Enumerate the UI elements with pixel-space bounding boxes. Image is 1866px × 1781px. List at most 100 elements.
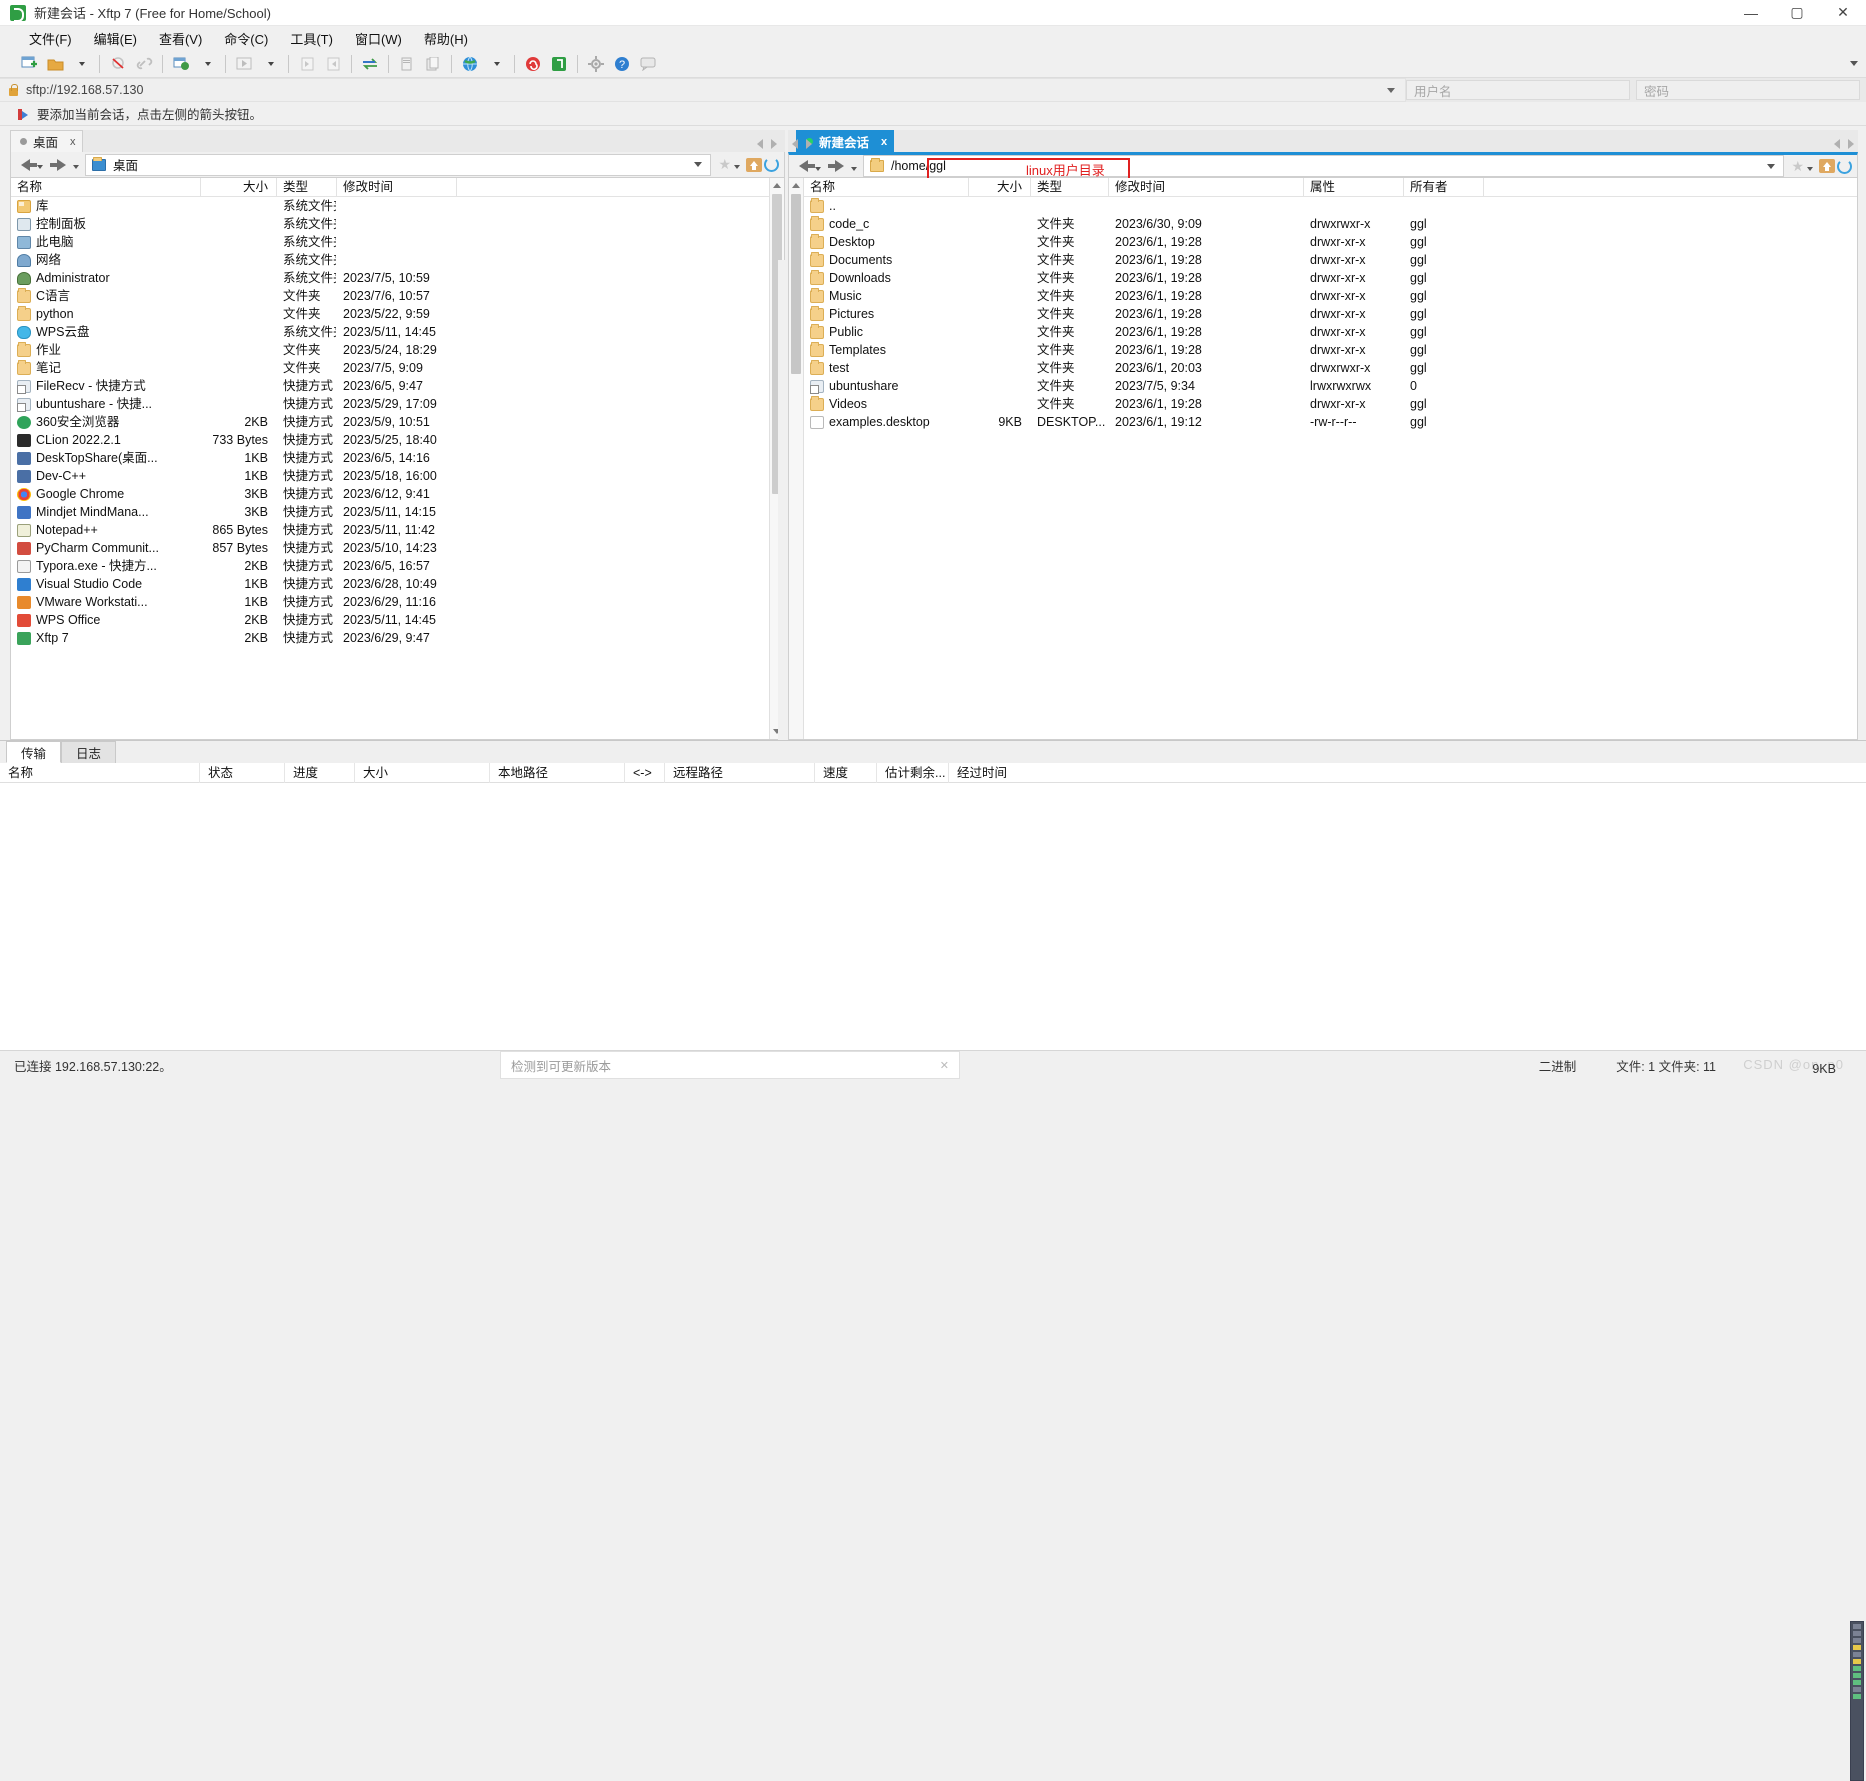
menu-edit[interactable]: 编辑(E) bbox=[83, 27, 148, 50]
local-col-modified[interactable]: 修改时间 bbox=[337, 178, 457, 197]
toolbar-overflow-icon[interactable] bbox=[1850, 61, 1858, 66]
minimize-button[interactable]: — bbox=[1728, 0, 1774, 26]
table-row[interactable]: WPS Office 2KB 快捷方式 2023/5/11, 14:45 bbox=[11, 611, 769, 629]
transfer-col-speed[interactable]: 速度 bbox=[815, 762, 877, 783]
remote-col-owner[interactable]: 所有者 bbox=[1404, 178, 1484, 197]
local-tab-close-icon[interactable]: x bbox=[70, 136, 76, 148]
remote-tab-scroll-arrows[interactable] bbox=[792, 139, 812, 149]
username-field[interactable]: 用户名 bbox=[1406, 80, 1630, 100]
remote-vertical-scrollbar[interactable] bbox=[789, 178, 804, 739]
local-tab-desktop[interactable]: 桌面 x bbox=[10, 130, 83, 152]
session-properties-icon[interactable] bbox=[170, 53, 192, 75]
local-home-icon[interactable] bbox=[746, 157, 762, 172]
local-col-size[interactable]: 大小 bbox=[201, 178, 277, 197]
table-row[interactable]: VMware Workstati... 1KB 快捷方式 2023/6/29, 11:… bbox=[11, 593, 769, 611]
paste-icon[interactable] bbox=[422, 53, 444, 75]
remote-scroll-thumb[interactable] bbox=[791, 194, 801, 374]
address-bar[interactable]: sftp://192.168.57.130 bbox=[0, 78, 1406, 102]
local-col-name[interactable]: 名称 bbox=[11, 178, 201, 197]
local-refresh-icon[interactable] bbox=[764, 157, 779, 172]
menu-view[interactable]: 查看(V) bbox=[148, 27, 213, 50]
disconnect-icon[interactable] bbox=[107, 53, 129, 75]
remote-tab-scroll-left-icon[interactable] bbox=[792, 139, 798, 149]
menu-help[interactable]: 帮助(H) bbox=[413, 27, 479, 50]
remote-path-dropdown-icon[interactable] bbox=[1767, 163, 1776, 169]
remote-col-type[interactable]: 类型 bbox=[1031, 178, 1109, 197]
remote-col-attrs[interactable]: 属性 bbox=[1304, 178, 1404, 197]
table-row[interactable]: CLion 2022.2.1 733 Bytes 快捷方式 2023/5/25, 18… bbox=[11, 431, 769, 449]
local-bookmark-icon[interactable]: ★ bbox=[718, 156, 731, 173]
session-properties-dropdown-icon[interactable] bbox=[196, 53, 218, 75]
remote-back-dropdown-icon[interactable] bbox=[815, 166, 821, 171]
transfer-col-elapsed[interactable]: 经过时间 bbox=[949, 763, 1069, 783]
transfer-col-size[interactable]: 大小 bbox=[355, 762, 490, 783]
sync-transfer-icon[interactable] bbox=[359, 53, 381, 75]
table-row[interactable]: ubuntushare 文件夹 2023/7/5, 9:34 lrwxrwxrwx 0 bbox=[804, 377, 1857, 395]
table-row[interactable]: Mindjet MindMana... 3KB 快捷方式 2023/5/11, 14:… bbox=[11, 503, 769, 521]
table-row[interactable]: 笔记 文件夹 2023/7/5, 9:09 bbox=[11, 359, 769, 377]
table-row[interactable]: test 文件夹 2023/6/1, 20:03 drwxrwxr-x ggl bbox=[804, 359, 1857, 377]
table-row[interactable]: 库 系统文件夹 bbox=[11, 197, 769, 215]
globe-icon[interactable] bbox=[459, 53, 481, 75]
table-row[interactable]: 作业 文件夹 2023/5/24, 18:29 bbox=[11, 341, 769, 359]
transfer-left-icon[interactable] bbox=[296, 53, 318, 75]
table-row[interactable]: 360安全浏览器 2KB 快捷方式 2023/5/9, 10:51 bbox=[11, 413, 769, 431]
table-row[interactable]: python 文件夹 2023/5/22, 9:59 bbox=[11, 305, 769, 323]
table-row[interactable]: 此电脑 系统文件夹 bbox=[11, 233, 769, 251]
remote-tab-close-icon[interactable]: x bbox=[881, 136, 887, 148]
table-row[interactable]: Pictures 文件夹 2023/6/1, 19:28 drwxr-xr-x ggl bbox=[804, 305, 1857, 323]
transfer-col-progress[interactable]: 进度 bbox=[285, 762, 355, 783]
table-row[interactable]: Desktop 文件夹 2023/6/1, 19:28 drwxr-xr-x ggl bbox=[804, 233, 1857, 251]
menu-command[interactable]: 命令(C) bbox=[213, 27, 279, 50]
local-scroll-up-icon[interactable] bbox=[770, 178, 784, 193]
remote-back-button[interactable] bbox=[792, 155, 815, 177]
tab-transfer[interactable]: 传输 bbox=[6, 741, 62, 763]
table-row[interactable]: C语言 文件夹 2023/7/6, 10:57 bbox=[11, 287, 769, 305]
remote-col-name[interactable]: 名称 bbox=[804, 178, 969, 197]
table-row[interactable]: Xftp 7 2KB 快捷方式 2023/6/29, 9:47 bbox=[11, 629, 769, 647]
table-row[interactable]: WPS云盘 系统文件夹 2023/5/11, 14:45 bbox=[11, 323, 769, 341]
local-back-dropdown-icon[interactable] bbox=[37, 165, 43, 169]
transfer-col-status[interactable]: 状态 bbox=[200, 762, 285, 783]
local-forward-button[interactable] bbox=[49, 154, 72, 176]
tab-scroll-left-icon[interactable] bbox=[757, 139, 763, 149]
table-row[interactable]: examples.desktop 9KB DESKTOP... 2023/6/1, 1… bbox=[804, 413, 1857, 431]
remote-home-icon[interactable] bbox=[1819, 159, 1835, 173]
remote-scroll-up-icon[interactable] bbox=[789, 178, 803, 193]
remote-tab-scroll-left2-icon[interactable] bbox=[1834, 139, 1840, 149]
transfer-col-eta[interactable]: 估计剩余... bbox=[877, 762, 949, 783]
table-row[interactable]: Music 文件夹 2023/6/1, 19:28 drwxr-xr-x ggl bbox=[804, 287, 1857, 305]
remote-path-input[interactable]: /home/ggl linux用户目录 bbox=[863, 155, 1785, 182]
remote-tab-scroll-right2-icon[interactable] bbox=[1848, 139, 1854, 149]
remote-forward-button[interactable] bbox=[827, 155, 850, 177]
table-row[interactable]: .. bbox=[804, 197, 1857, 215]
settings-gear-icon[interactable] bbox=[585, 53, 607, 75]
remote-bookmark-dropdown-icon[interactable] bbox=[1807, 166, 1813, 171]
new-session-icon[interactable] bbox=[18, 53, 40, 75]
close-button[interactable]: ✕ bbox=[1820, 0, 1866, 26]
transfer-col-name[interactable]: 名称 bbox=[0, 762, 200, 783]
xshell-icon[interactable] bbox=[522, 53, 544, 75]
maximize-button[interactable]: ▢ bbox=[1774, 0, 1820, 26]
table-row[interactable]: Documents 文件夹 2023/6/1, 19:28 drwxr-xr-x ggl bbox=[804, 251, 1857, 269]
help-icon[interactable]: ? bbox=[611, 53, 633, 75]
update-notice-close-icon[interactable]: ✕ bbox=[940, 1059, 949, 1072]
remote-refresh-icon[interactable] bbox=[1837, 158, 1852, 174]
open-folder-dropdown-icon[interactable] bbox=[70, 53, 92, 75]
table-row[interactable]: PyCharm Communit... 857 Bytes 快捷方式 2023/5/1… bbox=[11, 539, 769, 557]
table-row[interactable]: Templates 文件夹 2023/6/1, 19:28 drwxr-xr-x ggl bbox=[804, 341, 1857, 359]
xftp-icon[interactable] bbox=[548, 53, 570, 75]
remote-tab-scroll-arrows-right[interactable] bbox=[1834, 139, 1854, 149]
tab-scroll-right-icon[interactable] bbox=[771, 139, 777, 149]
table-row[interactable]: Visual Studio Code 1KB 快捷方式 2023/6/28, 10:4… bbox=[11, 575, 769, 593]
menu-tools[interactable]: 工具(T) bbox=[279, 27, 344, 50]
local-back-button[interactable] bbox=[14, 154, 37, 176]
remote-col-size[interactable]: 大小 bbox=[969, 178, 1031, 197]
transfer-col-direction[interactable]: <-> bbox=[625, 762, 665, 783]
table-row[interactable]: Administrator 系统文件夹 2023/7/5, 10:59 bbox=[11, 269, 769, 287]
table-row[interactable]: code_c 文件夹 2023/6/30, 9:09 drwxrwxr-x ggl bbox=[804, 215, 1857, 233]
local-path-input[interactable]: 桌面 bbox=[85, 153, 712, 176]
table-row[interactable]: Downloads 文件夹 2023/6/1, 19:28 drwxr-xr-x ggl bbox=[804, 269, 1857, 287]
table-row[interactable]: Notepad++ 865 Bytes 快捷方式 2023/5/11, 11:42 bbox=[11, 521, 769, 539]
update-notice[interactable]: 检测到可更新版本 ✕ bbox=[500, 1051, 960, 1079]
